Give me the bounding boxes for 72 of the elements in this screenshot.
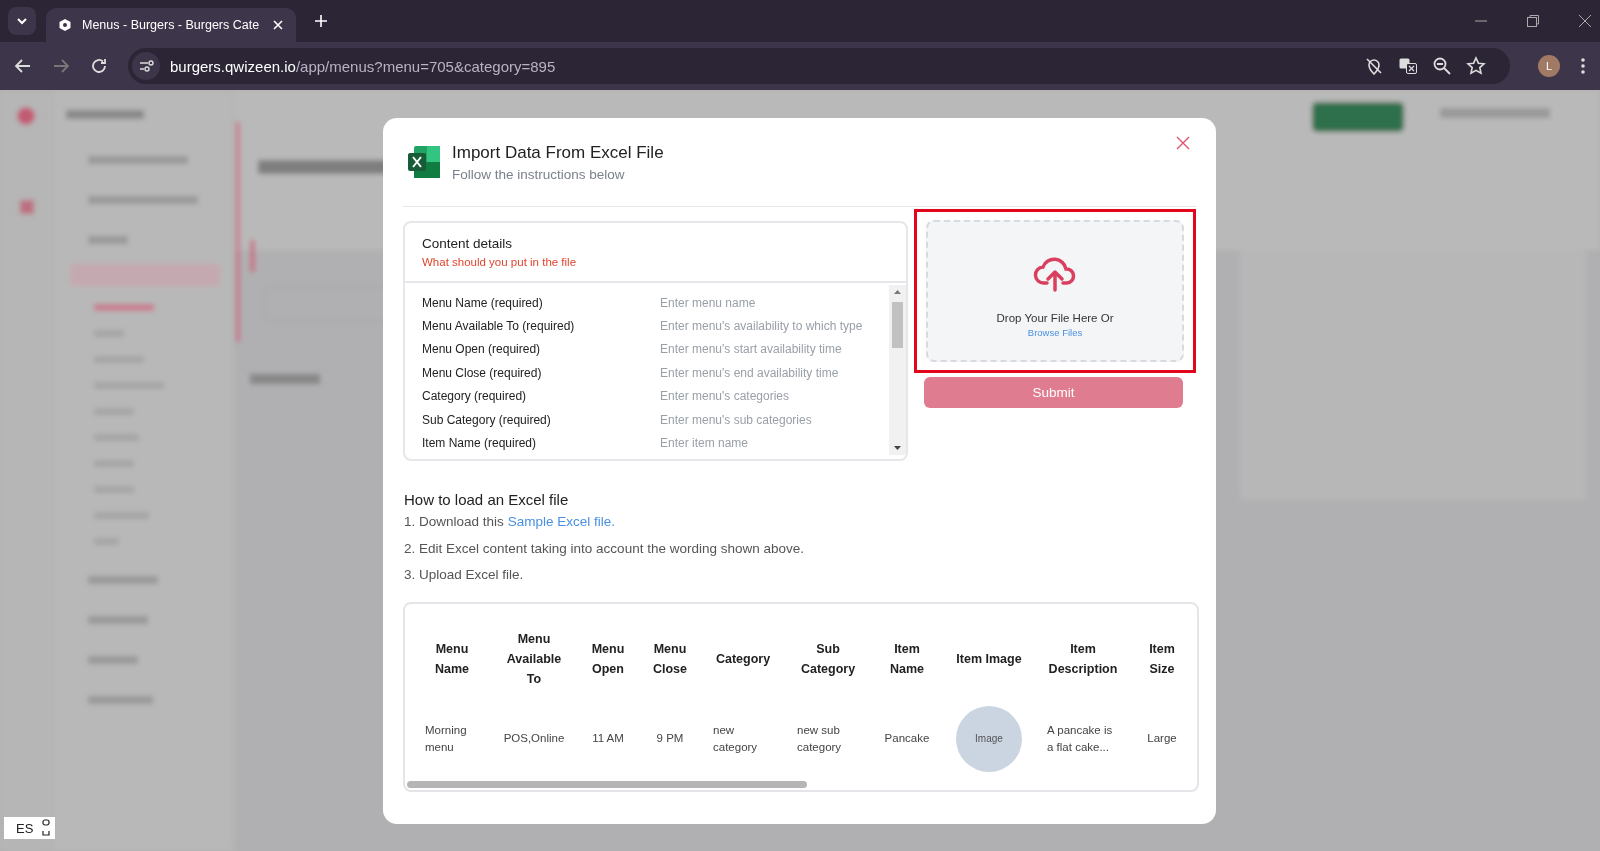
zoom-out-icon[interactable]	[1432, 56, 1452, 76]
back-icon[interactable]	[14, 57, 32, 75]
field-hint: Enter menu name	[660, 295, 756, 310]
card-subtitle: What should you put in the file	[422, 256, 578, 268]
table-cell-text: 11 AM	[591, 731, 625, 746]
language-indicator[interactable]: ES	[4, 817, 56, 839]
column-header: Item Description	[1047, 640, 1119, 678]
dropzone-text: Drop Your File Here Or	[996, 311, 1114, 324]
chevron-down-icon	[16, 17, 28, 25]
instruction-step: 3. Upload Excel file.	[404, 565, 1196, 592]
scrollbar[interactable]	[889, 285, 906, 455]
column-header: Item Image	[955, 650, 1023, 668]
table-cell-text: 9 PM	[655, 731, 685, 746]
image-thumbnail: Image	[956, 705, 1022, 772]
section-title: How to load an Excel file	[404, 491, 570, 508]
column-header: Menu Close	[651, 640, 688, 678]
address-bar[interactable]: burgers.qwizeen.io/app/menus?menu=705&category=895	[128, 48, 1510, 84]
column-header: Category	[714, 650, 772, 668]
table-cell-text: new category	[712, 722, 759, 755]
bookmark-star-icon[interactable]	[1466, 56, 1486, 76]
url-text: burgers.qwizeen.io/app/menus?menu=705&category=895	[170, 57, 556, 75]
card-title: Content details	[422, 236, 514, 251]
more-menu-icon[interactable]	[1580, 57, 1586, 75]
field-hint: Enter menu's categories	[660, 389, 790, 404]
browser-tab[interactable]: Menus - Burgers - Burgers Cate	[46, 8, 296, 42]
site-settings-icon[interactable]	[132, 52, 160, 80]
close-icon[interactable]	[1176, 136, 1190, 150]
reload-icon[interactable]	[90, 57, 108, 75]
instruction-step: 1. Download this Sample Excel file.	[404, 512, 1196, 539]
forward-icon[interactable]	[52, 57, 70, 75]
translate-icon[interactable]	[1398, 56, 1418, 76]
site-favicon-icon	[58, 18, 72, 32]
table-cell-text: Morning menu	[424, 722, 468, 755]
column-header: Menu Available To	[505, 630, 563, 688]
field-name: Menu Close (required)	[422, 365, 543, 380]
table-cell-text: Large	[1146, 731, 1178, 746]
column-header: Sub Category	[799, 640, 857, 678]
language-code: ES	[16, 820, 34, 836]
scrollbar[interactable]	[407, 780, 807, 788]
column-header: Menu Open	[590, 640, 626, 678]
table-cell-text: Pancake	[883, 731, 931, 746]
field-hint: Enter menu's start availability time	[660, 342, 842, 357]
new-tab-icon[interactable]	[314, 14, 328, 28]
table-cell-text: new sub category	[796, 722, 843, 755]
dialog-subtitle: Follow the instructions below	[452, 166, 626, 182]
tab-list-button[interactable]	[8, 7, 36, 35]
input-mode-icon	[41, 819, 52, 837]
location-off-icon[interactable]	[1364, 56, 1384, 76]
field-name: Menu Name (required)	[422, 295, 544, 310]
field-hint: Enter item name	[660, 436, 749, 451]
field-hint: Enter menu's availability to which type	[660, 319, 863, 334]
field-name: Item Name (required)	[422, 436, 538, 451]
field-name: Sub Category (required)	[422, 412, 552, 427]
dialog-title: Import Data From Excel File	[452, 142, 664, 163]
column-header: Menu Name	[433, 640, 470, 678]
field-name: Category (required)	[422, 389, 528, 404]
field-hint: Enter menu's end availability time	[660, 365, 839, 380]
field-hint: Enter menu's sub categories	[660, 412, 812, 427]
restore-icon[interactable]	[1526, 14, 1540, 28]
table-cell-text: POS,Online	[502, 731, 566, 746]
tab-title: Menus - Burgers - Burgers Cate	[82, 18, 261, 32]
field-name: Menu Available To (required)	[422, 319, 576, 334]
file-dropzone[interactable]: Drop Your File Here Or Browse Files	[926, 220, 1184, 362]
column-header: Item Size	[1148, 640, 1176, 678]
instruction-step: 2. Edit Excel content taking into account the wording shown above.	[404, 538, 1196, 565]
field-name: Menu Open (required)	[422, 342, 542, 357]
spreadsheet-icon	[406, 144, 442, 180]
close-tab-icon[interactable]	[272, 19, 284, 31]
close-window-icon[interactable]	[1578, 14, 1592, 28]
profile-avatar[interactable]: L	[1538, 55, 1560, 77]
table-cell-text: A pancake is a flat cake...	[1046, 722, 1114, 755]
column-header: Item Name	[888, 640, 925, 678]
